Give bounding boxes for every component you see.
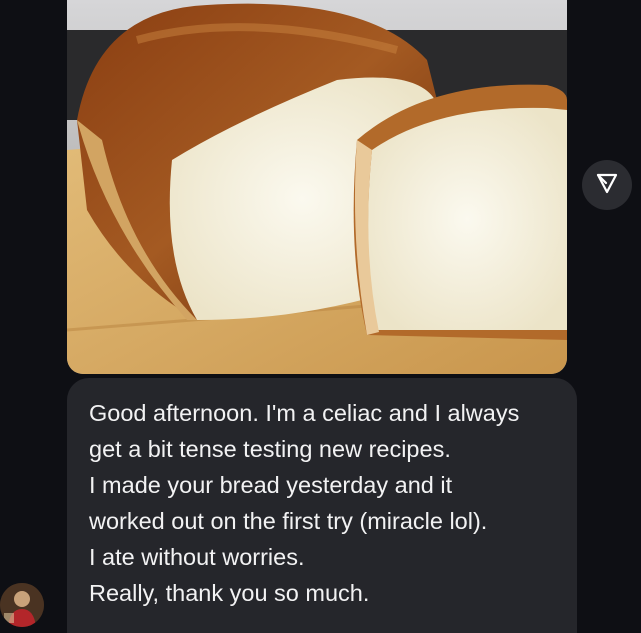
message-line: get a bit tense testing new recipes. — [89, 436, 451, 462]
message-line: I made your bread yesterday and it — [89, 472, 453, 498]
bread-photo[interactable] — [67, 0, 567, 374]
message-line: Really, thank you so much. — [89, 580, 370, 606]
message-line: worked out on the first try (miracle lol… — [89, 508, 488, 534]
avatar-image — [0, 583, 44, 627]
share-icon — [595, 171, 619, 200]
message-text: Good afternoon. I'm a celiac and I alway… — [89, 395, 519, 611]
chat-screen: Good afternoon. I'm a celiac and I alway… — [0, 0, 641, 633]
avatar[interactable] — [0, 583, 44, 627]
share-button[interactable] — [582, 160, 632, 210]
message-line: Good afternoon. I'm a celiac and I alway… — [89, 400, 520, 426]
message-line: I ate without worries. — [89, 544, 305, 570]
bread-photo-image — [67, 0, 567, 374]
message-bubble[interactable]: Good afternoon. I'm a celiac and I alway… — [67, 378, 577, 633]
